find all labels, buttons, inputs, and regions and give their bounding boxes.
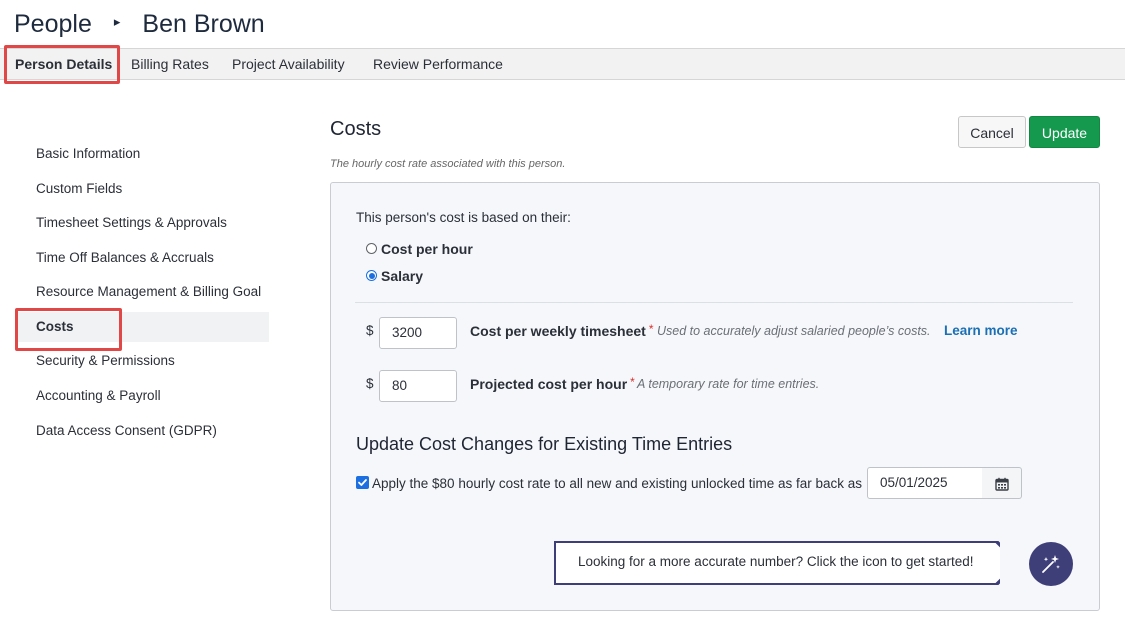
calendar-button[interactable]: [982, 467, 1022, 499]
sidebar-item-custom-fields[interactable]: Custom Fields: [36, 181, 122, 196]
apply-rate-checkbox[interactable]: [356, 476, 369, 489]
breadcrumb: People ▸ Ben Brown: [14, 6, 265, 42]
tab-review-performance[interactable]: Review Performance: [365, 49, 511, 79]
sidebar-item-data-access-consent[interactable]: Data Access Consent (GDPR): [36, 423, 217, 438]
projected-currency-symbol: $: [366, 376, 374, 391]
sidebar-item-resource-management[interactable]: Resource Management & Billing Goal: [36, 284, 261, 299]
required-marker: *: [648, 322, 654, 336]
section-title: Costs: [330, 118, 382, 140]
required-marker: *: [630, 375, 635, 389]
sidebar-item-costs[interactable]: Costs: [36, 319, 74, 334]
sidebar-item-basic-information[interactable]: Basic Information: [36, 146, 140, 161]
accuracy-callout: Looking for a more accurate number? Clic…: [554, 541, 1000, 585]
date-input[interactable]: 05/01/2025: [867, 467, 983, 499]
tab-bar: Person Details Billing Rates Project Ava…: [0, 48, 1125, 80]
sidebar-item-security-permissions[interactable]: Security & Permissions: [36, 353, 175, 368]
sidebar-item-timesheet-settings[interactable]: Timesheet Settings & Approvals: [36, 215, 227, 230]
weekly-currency-symbol: $: [366, 323, 374, 338]
apply-rate-text: Apply the $80 hourly cost rate to all ne…: [372, 476, 863, 491]
projected-cost-label-text: Projected cost per hour: [470, 376, 628, 392]
projected-cost-input[interactable]: 80: [379, 370, 457, 402]
sidebar-item-time-off-balances[interactable]: Time Off Balances & Accruals: [36, 250, 214, 265]
update-cost-changes-title: Update Cost Changes for Existing Time En…: [356, 434, 733, 454]
radio-cost-per-hour[interactable]: [366, 243, 377, 254]
radio-cost-per-hour-label[interactable]: Cost per hour: [381, 241, 473, 257]
magic-wand-sparkle-icon: [1042, 555, 1060, 573]
callout-text: Looking for a more accurate number? Clic…: [578, 554, 974, 569]
tab-project-availability[interactable]: Project Availability: [224, 49, 353, 79]
checkmark-icon: [358, 479, 367, 486]
tab-person-details[interactable]: Person Details: [7, 49, 120, 79]
weekly-cost-input[interactable]: 3200: [379, 317, 457, 349]
projected-cost-help: A temporary rate for time entries.: [637, 377, 820, 391]
learn-more-link[interactable]: Learn more: [944, 323, 1018, 338]
weekly-cost-help: Used to accurately adjust salaried peopl…: [657, 324, 931, 338]
projected-cost-label: Projected cost per hour *: [470, 375, 635, 392]
calendar-icon: [995, 477, 1009, 491]
weekly-cost-label: Cost per weekly timesheet *: [470, 322, 654, 339]
panel-divider: [355, 302, 1073, 303]
radio-salary[interactable]: [366, 270, 377, 281]
cost-basis-prompt: This person's cost is based on their:: [356, 210, 571, 225]
magic-wand-button[interactable]: [1029, 542, 1073, 586]
breadcrumb-current-person: Ben Brown: [142, 9, 265, 38]
cancel-button[interactable]: Cancel: [958, 116, 1026, 148]
weekly-cost-label-text: Cost per weekly timesheet: [470, 323, 646, 339]
sidebar-item-accounting-payroll[interactable]: Accounting & Payroll: [36, 388, 161, 403]
tab-billing-rates[interactable]: Billing Rates: [123, 49, 217, 79]
breadcrumb-separator-icon: ▸: [113, 14, 121, 29]
section-subtitle: The hourly cost rate associated with thi…: [330, 158, 566, 170]
radio-salary-label[interactable]: Salary: [381, 268, 423, 284]
breadcrumb-root-people[interactable]: People: [14, 10, 92, 39]
update-button[interactable]: Update: [1029, 116, 1100, 148]
